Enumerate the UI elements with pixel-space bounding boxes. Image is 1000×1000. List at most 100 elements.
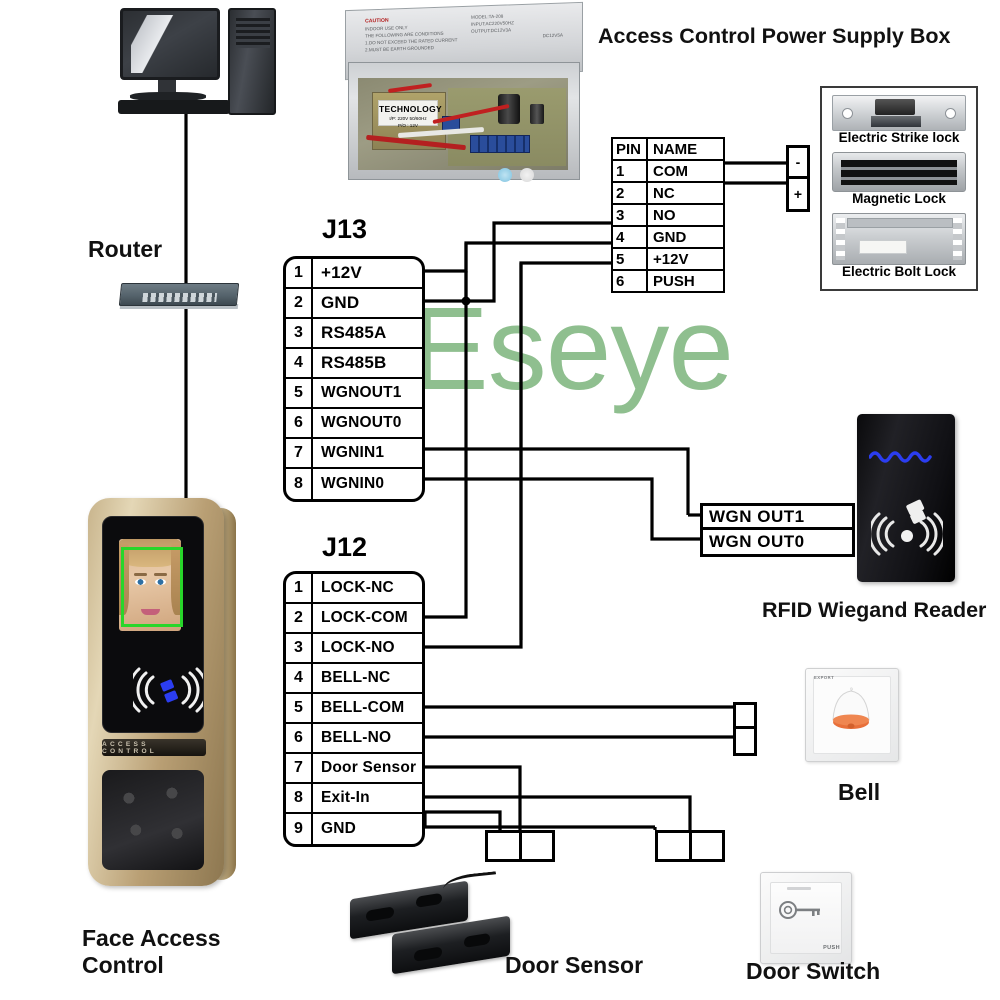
terminal-cell-right	[692, 833, 723, 859]
table-row: 3 NO	[613, 205, 723, 227]
face-access-control-label-line1: Face Access	[82, 925, 221, 951]
device-display-screen	[102, 516, 204, 733]
bell-label: Bell	[838, 779, 881, 805]
pin-column-header: PIN	[613, 139, 648, 159]
terminal-pin: 3	[286, 319, 313, 347]
bell-terminal-block	[733, 702, 757, 756]
terminal-row: 7 WGNIN1	[286, 439, 422, 469]
device-brand-strip: ACCESS CONTROL	[102, 739, 206, 756]
terminal-pin: 6	[286, 409, 313, 437]
bell-terminal-cell-bottom	[736, 729, 754, 753]
bell-terminal-cell-top	[736, 705, 754, 729]
psu-warning-label: CAUTION INDOOR USE ONLY THE FOLLOWING AR…	[365, 11, 565, 70]
door-sensor-label: Door Sensor	[505, 952, 644, 978]
terminal-row: 6 BELL-NO	[286, 724, 422, 754]
terminal-row: 9 GND	[286, 814, 422, 844]
terminal-cell-left	[658, 833, 692, 859]
router-device	[118, 283, 240, 306]
access-control-text: ACCESS CONTROL	[102, 740, 157, 755]
j12-terminal-block: 1 LOCK-NC 2 LOCK-COM 3 LOCK-NO 4 BELL-NC…	[283, 571, 425, 847]
terminal-pin: 2	[286, 289, 313, 317]
j13-title: J13	[322, 214, 368, 244]
router-label: Router	[88, 236, 163, 262]
rfid-wave-icon	[133, 667, 203, 713]
magnetic-lock-label: Magnetic Lock	[852, 190, 946, 206]
terminal-pin: 9	[286, 814, 313, 844]
face-access-control-device: ACCESS CONTROL	[88, 498, 238, 888]
pin-number: 4	[613, 227, 648, 247]
wiegand-out0-label: WGN OUT0	[709, 532, 805, 551]
terminal-row: 4 RS485B	[286, 349, 422, 379]
face-access-control-label: Face Access Control	[82, 925, 221, 979]
rfid-wiegand-reader-device	[857, 414, 955, 582]
terminal-name: +12V	[321, 263, 362, 282]
wiegand-out1-label: WGN OUT1	[703, 506, 852, 530]
terminal-minus: -	[789, 148, 807, 179]
psu-indicator-grey	[520, 168, 534, 182]
key-icon	[779, 901, 820, 919]
psu-spec-block: MODEL:TA-208 INPUT:AC220V50HZ OUTPUT:DC1…	[471, 11, 563, 43]
pin-table-header-row: PIN NAME	[613, 139, 723, 161]
terminal-pin: 2	[286, 604, 313, 632]
electric-strike-lock-label: Electric Strike lock	[838, 130, 960, 145]
pin-number: 3	[613, 205, 648, 225]
terminal-row: 8 Exit-In	[286, 784, 422, 814]
terminal-plus: +	[793, 185, 803, 202]
terminal-row: 2 GND	[286, 289, 422, 319]
psu-transformer-label: TECHNOLOGY I/P: 220V 50/60Hz P/O : 12V	[378, 100, 442, 128]
bell-device: EXPORT	[805, 668, 899, 762]
rfid-card-wave-icon	[871, 499, 943, 556]
terminal-pin: 5	[286, 379, 313, 407]
terminal-pin: 1	[286, 574, 313, 602]
name-column-header: NAME	[653, 140, 698, 158]
door-switch-terminal-pair	[655, 830, 725, 862]
terminal-pin: 7	[286, 439, 313, 467]
pc-tower	[228, 8, 276, 115]
table-row: 4 GND	[613, 227, 723, 249]
psu-pin-name-table: PIN NAME 1 COM 2 NC 3 NO 4 GND 5 +12V 6 …	[611, 137, 725, 293]
terminal-name: GND	[321, 820, 357, 837]
lock-options-box: Electric Strike lock Magnetic Lock Elect…	[820, 86, 978, 291]
terminal-row: 7 Door Sensor	[286, 754, 422, 784]
magnetic-lock-image	[832, 151, 966, 192]
terminal-name: BELL-NO	[321, 729, 392, 746]
rfid-reader-label: RFID Wiegand Reader	[762, 598, 987, 622]
terminal-pin: 4	[286, 664, 313, 692]
terminal-name: WGNOUT1	[321, 384, 402, 401]
table-row: 2 NC	[613, 183, 723, 205]
terminal-pin: 3	[286, 634, 313, 662]
terminal-name: Door Sensor	[321, 759, 417, 776]
terminal-pin: 6	[286, 724, 313, 752]
psu-polarity-terminal: - +	[786, 145, 810, 212]
pin-name: COM	[653, 162, 688, 180]
bell-icon	[832, 687, 870, 729]
terminal-row: 5 WGNOUT1	[286, 379, 422, 409]
pin-number: 2	[613, 183, 648, 203]
transformer-brand: TECHNOLOGY	[379, 104, 442, 114]
terminal-name: BELL-COM	[321, 699, 405, 716]
pin-name: NC	[653, 184, 675, 202]
terminal-row: 6 WGNOUT0	[286, 409, 422, 439]
electric-bolt-lock-label: Electric Bolt Lock	[841, 263, 957, 279]
door-sensor-terminal-pair	[485, 830, 555, 862]
pin-name: NO	[653, 206, 676, 224]
terminal-pin: 4	[286, 349, 313, 377]
terminal-row: 3 LOCK-NO	[286, 634, 422, 664]
transformer-output: P/O : 12V	[398, 122, 418, 128]
terminal-name: WGNIN0	[321, 475, 385, 492]
computer-monitor	[120, 8, 220, 80]
terminal-name: LOCK-NO	[321, 639, 395, 656]
terminal-pin: 5	[286, 694, 313, 722]
terminal-name: GND	[321, 293, 360, 312]
terminal-row: 3 RS485A	[286, 319, 422, 349]
terminal-name: LOCK-NC	[321, 579, 394, 596]
j13-terminal-block: 1 +12V 2 GND 3 RS485A 4 RS485B 5 WGNOUT1…	[283, 256, 425, 502]
table-row: 5 +12V	[613, 249, 723, 271]
terminal-cell-right	[522, 833, 553, 859]
terminal-name: RS485A	[321, 323, 387, 342]
terminal-name: LOCK-COM	[321, 609, 408, 626]
pin-number: 1	[613, 161, 648, 181]
door-switch-top-slot	[787, 887, 811, 890]
terminal-name: WGNIN1	[321, 444, 385, 461]
pin-name: +12V	[653, 250, 689, 268]
